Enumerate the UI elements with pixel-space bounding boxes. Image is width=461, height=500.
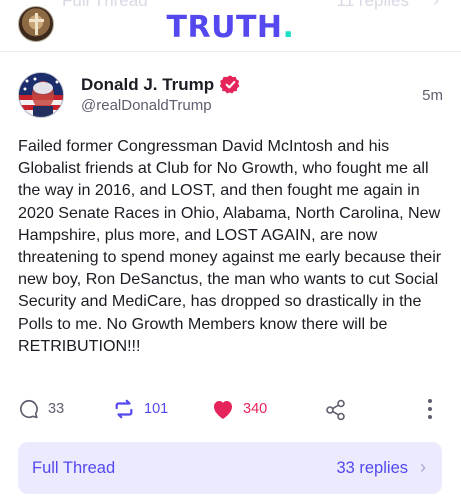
reply-button[interactable]: 33	[18, 398, 64, 420]
retruth-count: 101	[144, 401, 169, 417]
author-name-row[interactable]: Donald J. Trump	[81, 74, 241, 95]
truth-logo[interactable]: TRUTH.	[0, 10, 461, 45]
post-timestamp[interactable]: 5m	[422, 87, 443, 104]
author-name[interactable]: Donald J. Trump	[81, 75, 214, 95]
logo-text: TRUTH	[166, 10, 283, 45]
post-body: Failed former Congressman David McIntosh…	[18, 137, 442, 355]
reply-bubble-icon	[20, 399, 38, 419]
author-handle[interactable]: @realDonaldTrump	[81, 97, 212, 114]
retruth-button[interactable]: 101	[112, 398, 168, 420]
like-button[interactable]: 340	[211, 398, 267, 420]
like-count: 340	[243, 401, 268, 417]
share-button[interactable]	[324, 398, 348, 422]
full-thread-label: Full Thread	[32, 459, 116, 477]
heart-icon	[214, 401, 232, 419]
post-actions: 33 101 340	[0, 398, 461, 428]
author-avatar[interactable]	[18, 72, 64, 118]
reply-count: 33	[48, 401, 65, 417]
more-options-button[interactable]	[426, 398, 434, 420]
chevron-right-icon: ›	[420, 457, 426, 477]
logo-dot: .	[282, 10, 295, 45]
thread-reply-count: 33 replies	[336, 459, 408, 477]
share-icon	[326, 399, 345, 421]
top-bar: Full Thread 11 replies › TRUTH.	[0, 0, 461, 52]
verified-badge-icon	[220, 75, 240, 94]
retruth-icon	[115, 399, 133, 419]
full-thread-button[interactable]: Full Thread 33 replies ›	[18, 442, 442, 494]
more-vertical-icon	[428, 399, 432, 419]
